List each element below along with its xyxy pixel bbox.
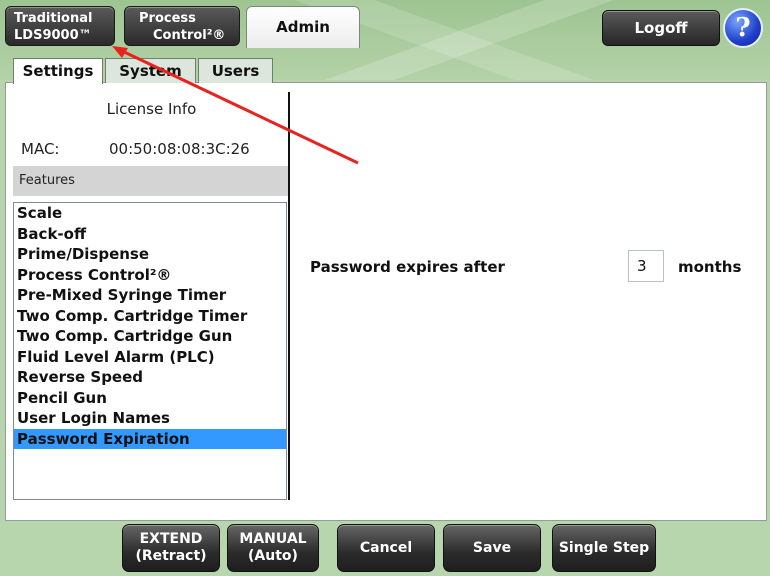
single-step-button[interactable]: Single Step <box>552 524 656 572</box>
license-info-title: License Info <box>106 100 197 118</box>
auto-label: (Auto) <box>248 548 298 564</box>
save-label: Save <box>472 539 512 556</box>
pane-divider <box>288 92 290 500</box>
traditional-lds9000-button[interactable]: Traditional LDS9000™ <box>5 6 115 46</box>
retract-label: (Retract) <box>135 548 207 564</box>
list-item[interactable]: Reverse Speed <box>14 367 286 388</box>
process-label-line1: Process <box>139 11 196 26</box>
list-item[interactable]: User Login Names <box>14 408 286 429</box>
traditional-label-line2: LDS9000™ <box>14 28 92 43</box>
password-expiry-months-input[interactable] <box>628 250 664 282</box>
help-icon[interactable]: ? <box>723 8 763 48</box>
traditional-label-line1: Traditional <box>14 11 93 26</box>
tab-system[interactable]: System <box>105 58 196 83</box>
logoff-button[interactable]: Logoff <box>602 10 720 46</box>
save-button[interactable]: Save <box>443 524 541 572</box>
password-expires-label: Password expires after <box>310 258 505 276</box>
manual-label: MANUAL <box>239 531 307 547</box>
list-item[interactable]: Two Comp. Cartridge Timer <box>14 306 286 327</box>
process-label-line2: Control²® <box>153 28 226 43</box>
list-item-selected[interactable]: Password Expiration <box>14 428 286 449</box>
list-item[interactable]: Process Control²® <box>14 265 286 286</box>
password-expiry-units: months <box>678 258 742 276</box>
mac-label: MAC: <box>21 140 60 158</box>
extend-label: EXTEND <box>139 531 203 547</box>
manual-auto-button[interactable]: MANUAL (Auto) <box>227 524 319 572</box>
cancel-button[interactable]: Cancel <box>337 524 435 572</box>
list-item[interactable]: Pre-Mixed Syringe Timer <box>14 285 286 306</box>
mac-value: 00:50:08:08:3C:26 <box>109 140 250 158</box>
single-step-label: Single Step <box>558 539 650 556</box>
tab-admin[interactable]: Admin <box>246 6 360 48</box>
tab-settings[interactable]: Settings <box>13 58 103 84</box>
cancel-label: Cancel <box>359 539 413 556</box>
feature-list[interactable]: Scale Back-off Prime/Dispense Process Co… <box>13 202 287 500</box>
tab-users[interactable]: Users <box>198 58 273 83</box>
list-item[interactable]: Prime/Dispense <box>14 244 286 265</box>
list-item[interactable]: Back-off <box>14 224 286 245</box>
license-pane: License Info MAC: 00:50:08:08:3C:26 Feat… <box>13 88 290 508</box>
list-item[interactable]: Fluid Level Alarm (PLC) <box>14 347 286 368</box>
list-item[interactable]: Pencil Gun <box>14 388 286 409</box>
extend-retract-button[interactable]: EXTEND (Retract) <box>122 524 220 572</box>
features-header: Features <box>13 166 290 196</box>
process-control-button[interactable]: Process Control²® <box>124 6 240 46</box>
list-item[interactable]: Two Comp. Cartridge Gun <box>14 326 286 347</box>
list-item[interactable]: Scale <box>14 203 286 224</box>
